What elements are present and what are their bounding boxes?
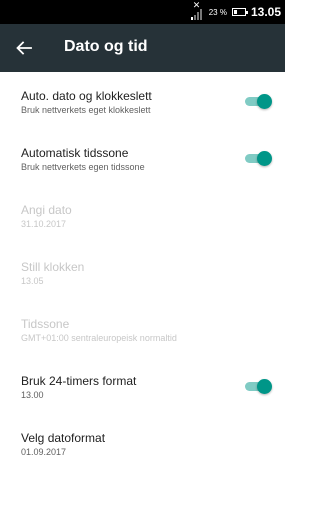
setting-label: Auto. dato og klokkeslett [21,89,152,103]
setting-auto-timezone[interactable]: Automatisk tidssone Bruk nettverkets ege… [0,129,285,186]
setting-summary: 31.10.2017 [21,219,67,229]
status-icons: ✕ 23 % 13.05 [190,0,281,24]
auto-timezone-toggle[interactable] [245,151,272,166]
setting-summary: GMT+01:00 sentraleuropeisk normaltid [21,333,177,343]
setting-label: Velg datoformat [21,431,106,445]
setting-set-time: Still klokken 13.05 [0,243,285,300]
setting-24-hour-format[interactable]: Bruk 24-timers format 13.00 [0,357,285,414]
setting-summary: Bruk nettverkets egen tidssone [21,162,145,172]
setting-summary: 01.09.2017 [21,447,67,457]
page-title: Dato og tid [64,38,148,55]
status-clock: 13.05 [250,5,281,19]
arrow-back-icon[interactable] [10,34,38,62]
setting-summary: 13.00 [21,390,44,400]
setting-summary: 13.05 [21,276,44,286]
setting-set-date: Angi dato 31.10.2017 [0,186,285,243]
toolbar: Dato og tid [0,24,285,72]
setting-label: Automatisk tidssone [21,146,129,160]
status-bar: ✕ 23 % 13.05 [0,0,285,24]
24-hour-format-toggle[interactable] [245,379,272,394]
no-signal-icon: ✕ [190,1,204,20]
settings-list: Auto. dato og klokkeslett Bruk nettverke… [0,72,285,471]
setting-auto-date-time[interactable]: Auto. dato og klokkeslett Bruk nettverke… [0,72,285,129]
auto-date-time-toggle[interactable] [245,94,272,109]
setting-timezone: Tidssone GMT+01:00 sentraleuropeisk norm… [0,300,285,357]
battery-icon [231,8,248,16]
setting-label: Still klokken [21,260,85,274]
setting-date-format[interactable]: Velg datoformat 01.09.2017 [0,414,285,471]
setting-label: Angi dato [21,203,72,217]
setting-label: Tidssone [21,317,70,331]
setting-summary: Bruk nettverkets eget klokkeslett [21,105,151,115]
setting-label: Bruk 24-timers format [21,374,137,388]
battery-percent: 23 % [208,7,227,17]
